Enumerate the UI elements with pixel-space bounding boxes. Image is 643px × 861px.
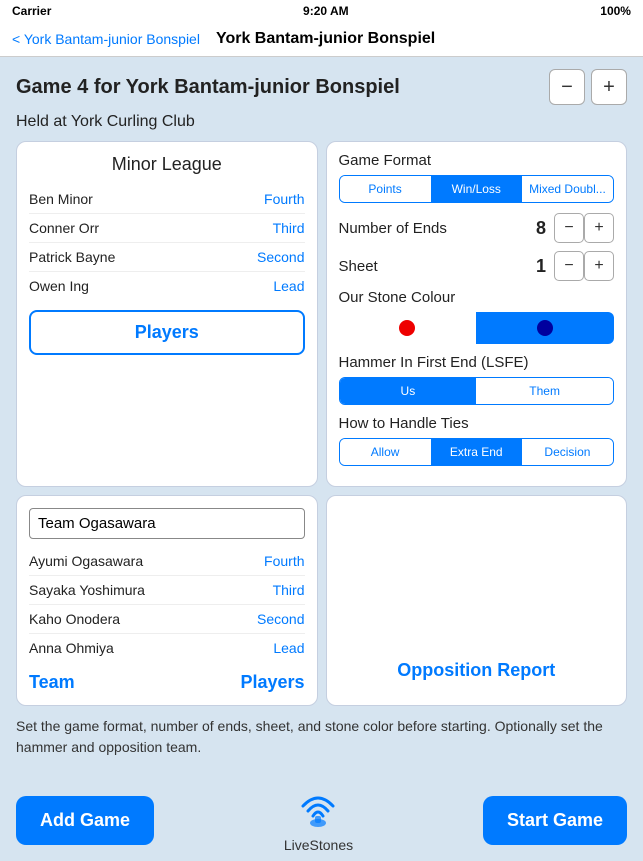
opposition-report-button[interactable]: Opposition Report <box>339 648 615 693</box>
team-one-panel: Minor League Ben Minor Fourth Conner Orr… <box>16 141 318 487</box>
time-label: 9:20 AM <box>303 4 349 18</box>
stone-red-option[interactable] <box>339 312 477 344</box>
player-position: Lead <box>273 640 304 656</box>
wifi-icon <box>293 788 343 835</box>
team-two-players: Ayumi Ogasawara Fourth Sayaka Yoshimura … <box>29 547 305 662</box>
carrier-label: Carrier <box>12 4 51 18</box>
tab-mixed-doubles[interactable]: Mixed Doubl... <box>522 176 613 202</box>
game-format-tabs[interactable]: Points Win/Loss Mixed Doubl... <box>339 175 615 203</box>
bottom-bar: Add Game LiveStones Start Game <box>0 780 643 861</box>
player-position: Third <box>273 582 305 598</box>
game-format-title: Game Format <box>339 152 615 169</box>
player-name: Owen Ing <box>29 278 89 294</box>
player-row: Ayumi Ogasawara Fourth <box>29 547 305 576</box>
player-name: Ben Minor <box>29 191 93 207</box>
ends-decrement-button[interactable]: − <box>554 213 584 243</box>
tab-hammer-us[interactable]: Us <box>340 378 477 404</box>
tab-ties-decision[interactable]: Decision <box>522 439 613 465</box>
sheet-label: Sheet <box>339 258 378 275</box>
number-of-ends-stepper: 8 − + <box>528 213 614 243</box>
sheet-value: 1 <box>536 256 546 277</box>
game-decrement-button[interactable]: − <box>549 69 585 105</box>
stone-colour-selector[interactable] <box>339 312 615 344</box>
tab-winloss[interactable]: Win/Loss <box>431 176 522 202</box>
game-stepper: − + <box>549 69 627 105</box>
held-at-label: Held at York Curling Club <box>16 113 627 131</box>
page-title-row: Game 4 for York Bantam-junior Bonspiel −… <box>16 69 627 105</box>
player-position: Fourth <box>264 191 304 207</box>
nav-back-button[interactable]: < York Bantam-junior Bonspiel <box>12 31 200 47</box>
player-name: Kaho Onodera <box>29 611 120 627</box>
tab-ties-allow[interactable]: Allow <box>340 439 431 465</box>
red-dot-icon <box>399 320 415 336</box>
player-position: Second <box>257 249 304 265</box>
player-row: Conner Orr Third <box>29 214 305 243</box>
team-two-panel: Ayumi Ogasawara Fourth Sayaka Yoshimura … <box>16 495 318 706</box>
player-row: Patrick Bayne Second <box>29 243 305 272</box>
page-title: Game 4 for York Bantam-junior Bonspiel <box>16 76 400 99</box>
livestones-label: LiveStones <box>284 837 353 853</box>
blue-dot-icon <box>537 320 553 336</box>
team-two-players-button[interactable]: Players <box>240 672 304 693</box>
number-of-ends-value: 8 <box>536 218 546 239</box>
player-row: Ben Minor Fourth <box>29 185 305 214</box>
sheet-decrement-button[interactable]: − <box>554 251 584 281</box>
start-game-button[interactable]: Start Game <box>483 796 627 845</box>
nav-bar: < York Bantam-junior Bonspiel York Banta… <box>0 22 643 57</box>
player-name: Sayaka Yoshimura <box>29 582 145 598</box>
sheet-stepper: 1 − + <box>528 251 614 281</box>
team-one-players-button[interactable]: Players <box>29 310 305 355</box>
player-name: Conner Orr <box>29 220 99 236</box>
game-increment-button[interactable]: + <box>591 69 627 105</box>
number-of-ends-label: Number of Ends <box>339 220 447 237</box>
player-position: Third <box>273 220 305 236</box>
player-row: Owen Ing Lead <box>29 272 305 300</box>
livestones-logo: LiveStones <box>284 788 353 853</box>
main-grid: Minor League Ben Minor Fourth Conner Orr… <box>16 141 627 487</box>
stone-colour-label: Our Stone Colour <box>339 289 615 306</box>
player-position: Fourth <box>264 553 304 569</box>
player-row: Sayaka Yoshimura Third <box>29 576 305 605</box>
number-of-ends-row: Number of Ends 8 − + <box>339 213 615 243</box>
battery-label: 100% <box>600 4 631 18</box>
ends-increment-button[interactable]: + <box>584 213 614 243</box>
game-format-panel: Game Format Points Win/Loss Mixed Doubl.… <box>326 141 628 487</box>
tab-hammer-them[interactable]: Them <box>476 378 613 404</box>
player-position: Second <box>257 611 304 627</box>
ties-label: How to Handle Ties <box>339 415 615 432</box>
add-game-button[interactable]: Add Game <box>16 796 154 845</box>
tab-points[interactable]: Points <box>340 176 431 202</box>
team-two-buttons: Team Players <box>29 672 305 693</box>
info-text: Set the game format, number of ends, she… <box>16 716 627 758</box>
ties-tabs[interactable]: Allow Extra End Decision <box>339 438 615 466</box>
player-name: Anna Ohmiya <box>29 640 114 656</box>
status-bar: Carrier 9:20 AM 100% <box>0 0 643 22</box>
player-row: Kaho Onodera Second <box>29 605 305 634</box>
team-two-name-input[interactable] <box>29 508 305 539</box>
page-content: Game 4 for York Bantam-junior Bonspiel −… <box>0 57 643 780</box>
sheet-increment-button[interactable]: + <box>584 251 614 281</box>
bottom-grid: Ayumi Ogasawara Fourth Sayaka Yoshimura … <box>16 495 627 706</box>
player-row: Anna Ohmiya Lead <box>29 634 305 662</box>
tab-ties-extra-end[interactable]: Extra End <box>431 439 522 465</box>
player-position: Lead <box>273 278 304 294</box>
opposition-report-panel: Opposition Report <box>326 495 628 706</box>
hammer-tabs[interactable]: Us Them <box>339 377 615 405</box>
team-one-title: Minor League <box>29 154 305 175</box>
player-name: Patrick Bayne <box>29 249 115 265</box>
player-name: Ayumi Ogasawara <box>29 553 143 569</box>
team-button[interactable]: Team <box>29 672 75 693</box>
sheet-row: Sheet 1 − + <box>339 251 615 281</box>
team-one-players: Ben Minor Fourth Conner Orr Third Patric… <box>29 185 305 300</box>
hammer-label: Hammer In First End (LSFE) <box>339 354 615 371</box>
nav-title: York Bantam-junior Bonspiel <box>216 30 435 48</box>
stone-blue-option[interactable] <box>476 312 614 344</box>
